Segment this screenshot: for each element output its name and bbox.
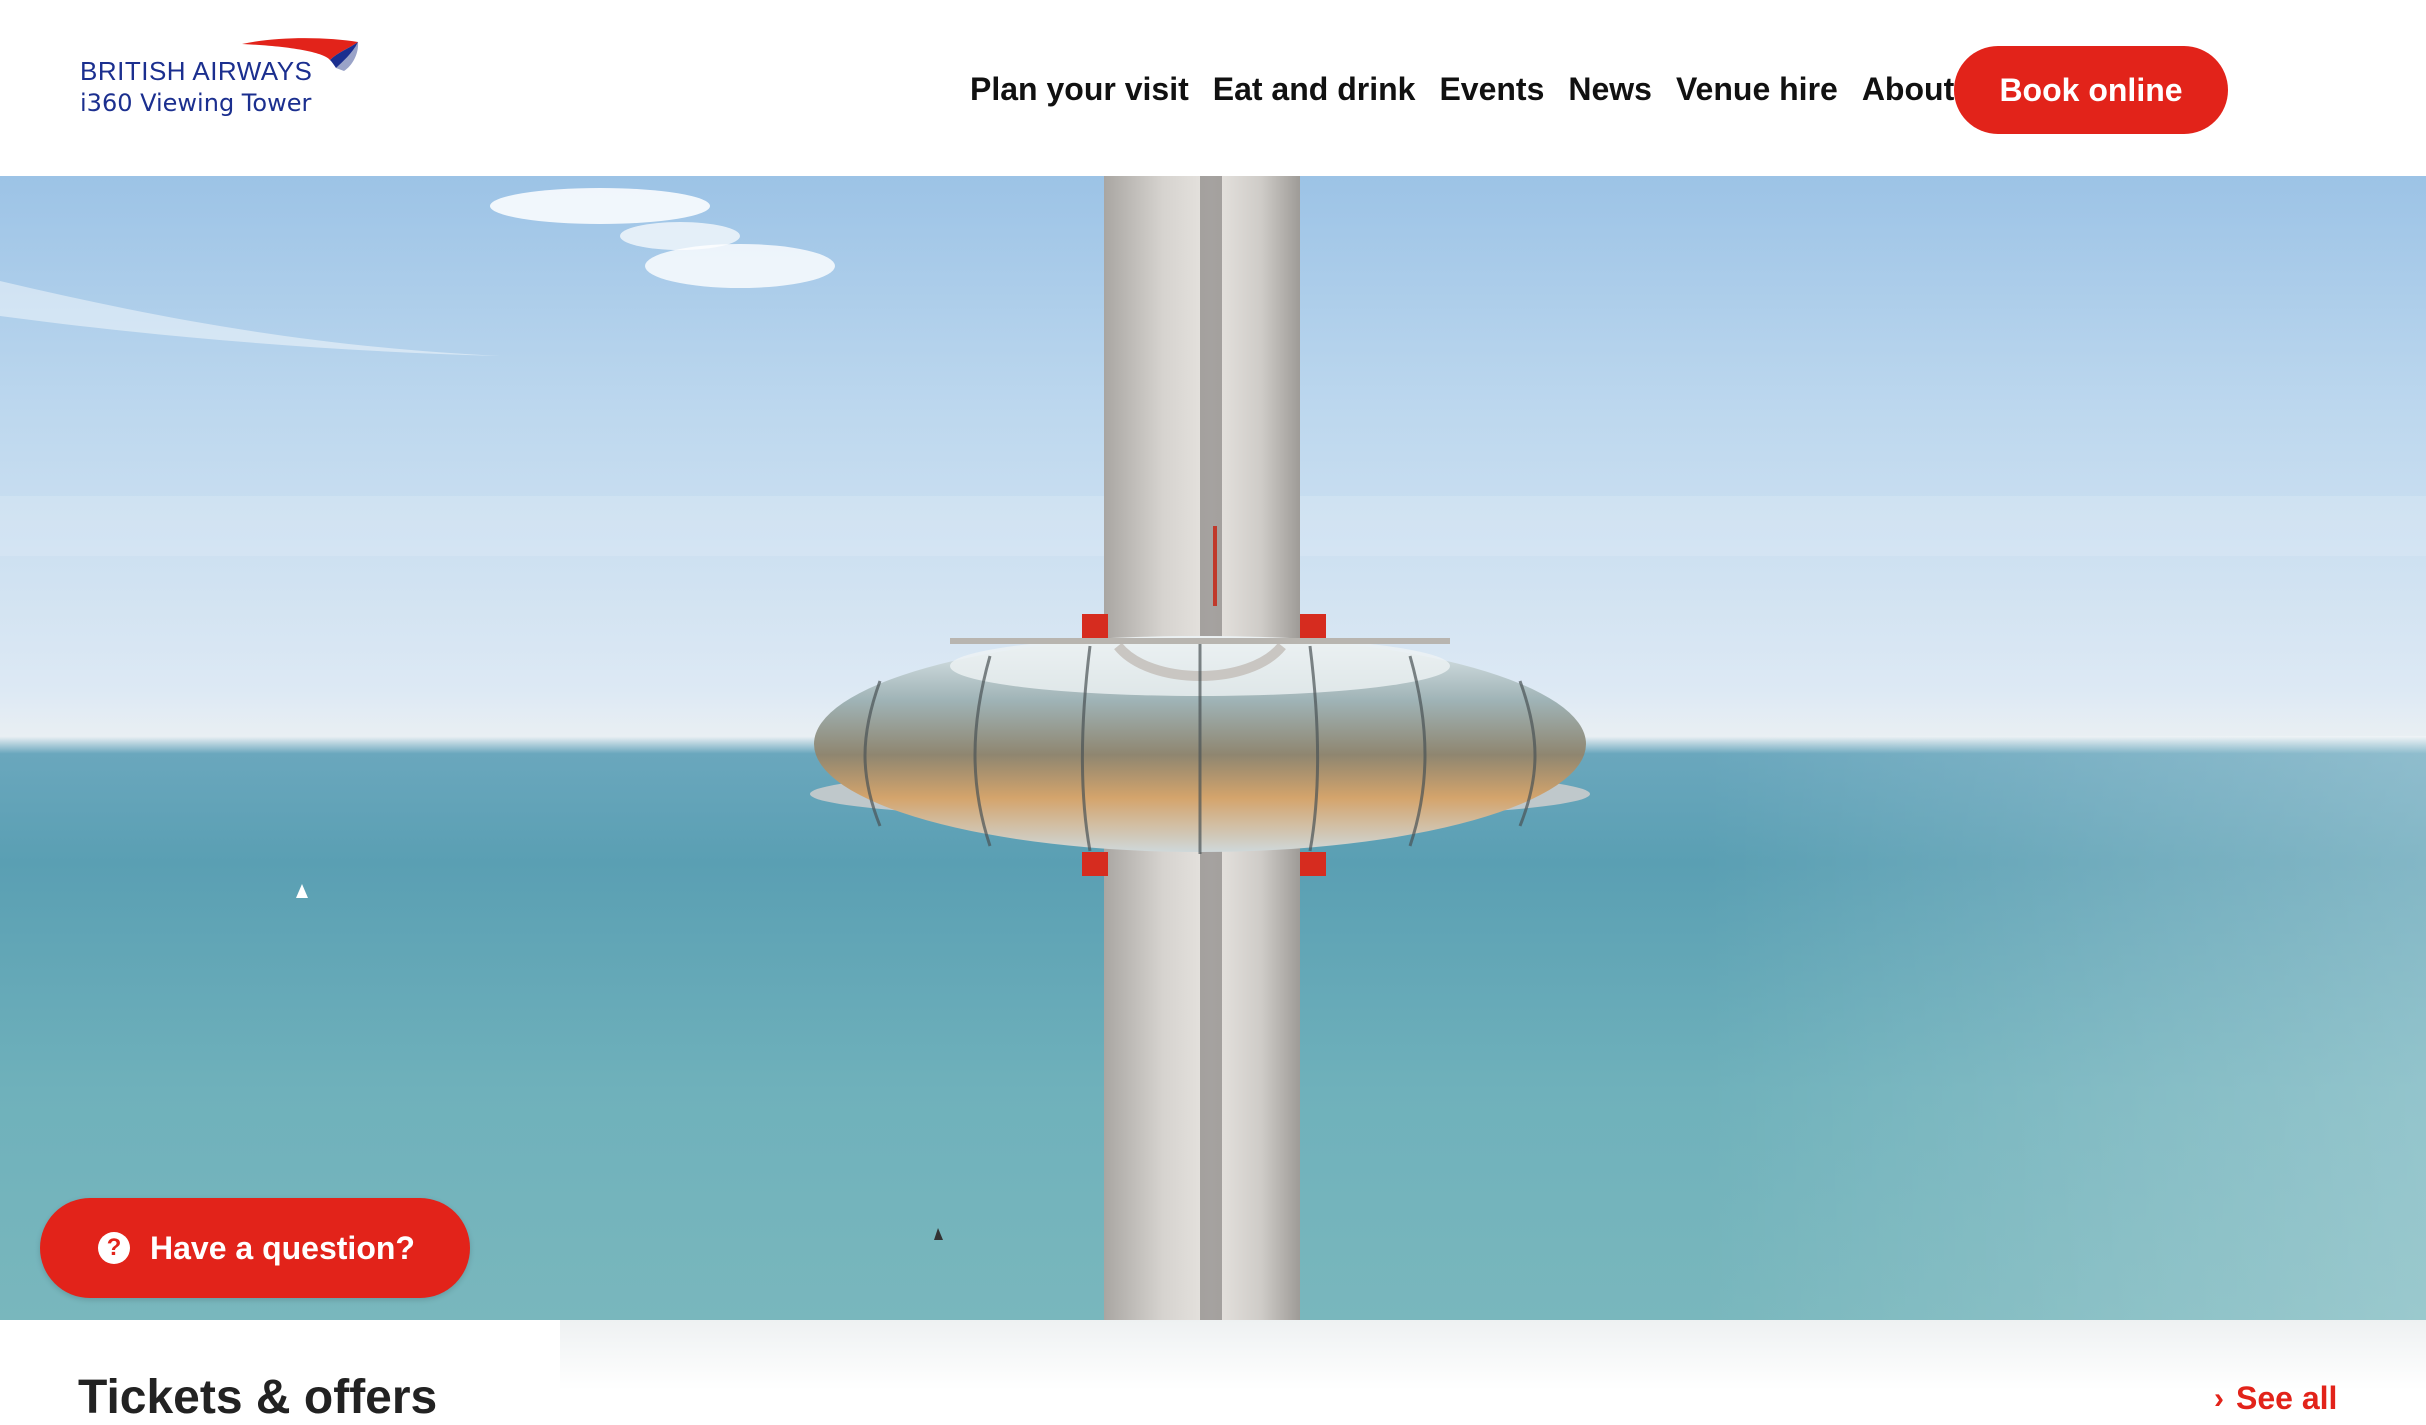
see-all-link[interactable]: › See all	[2214, 1380, 2337, 1417]
section-title: Tickets & offers	[78, 1371, 438, 1424]
tickets-carousel-shade	[560, 1320, 2426, 1420]
chevron-right-icon: ›	[2214, 1381, 2224, 1415]
have-a-question-label: Have a question?	[150, 1229, 415, 1266]
nav-about[interactable]: About	[1862, 71, 1954, 108]
logo-subtitle: i360 Viewing Tower	[80, 89, 312, 117]
have-a-question-button[interactable]: ? Have a question?	[40, 1198, 470, 1298]
nav-plan-your-visit[interactable]: Plan your visit	[970, 71, 1189, 108]
nav-venue-hire[interactable]: Venue hire	[1676, 71, 1838, 108]
main-nav: Plan your visit Eat and drink Events New…	[970, 44, 1978, 134]
site-header: BRITISH AIRWAYS i360 Viewing Tower Plan …	[0, 0, 2426, 176]
tickets-section: Tickets & offers › See all	[0, 1320, 2426, 1424]
hero-image: ? Have a question?	[0, 176, 2426, 1320]
question-circle-icon: ?	[98, 1232, 130, 1264]
nav-news[interactable]: News	[1568, 71, 1652, 108]
tower-illustration	[0, 176, 2426, 1320]
see-all-label: See all	[2236, 1380, 2338, 1416]
book-online-button[interactable]: Book online	[1954, 46, 2228, 134]
logo-brand-text: BRITISH AIRWAYS	[80, 56, 313, 86]
site-logo[interactable]: BRITISH AIRWAYS i360 Viewing Tower	[78, 38, 359, 128]
nav-eat-and-drink[interactable]: Eat and drink	[1213, 71, 1416, 108]
nav-events[interactable]: Events	[1439, 71, 1544, 108]
